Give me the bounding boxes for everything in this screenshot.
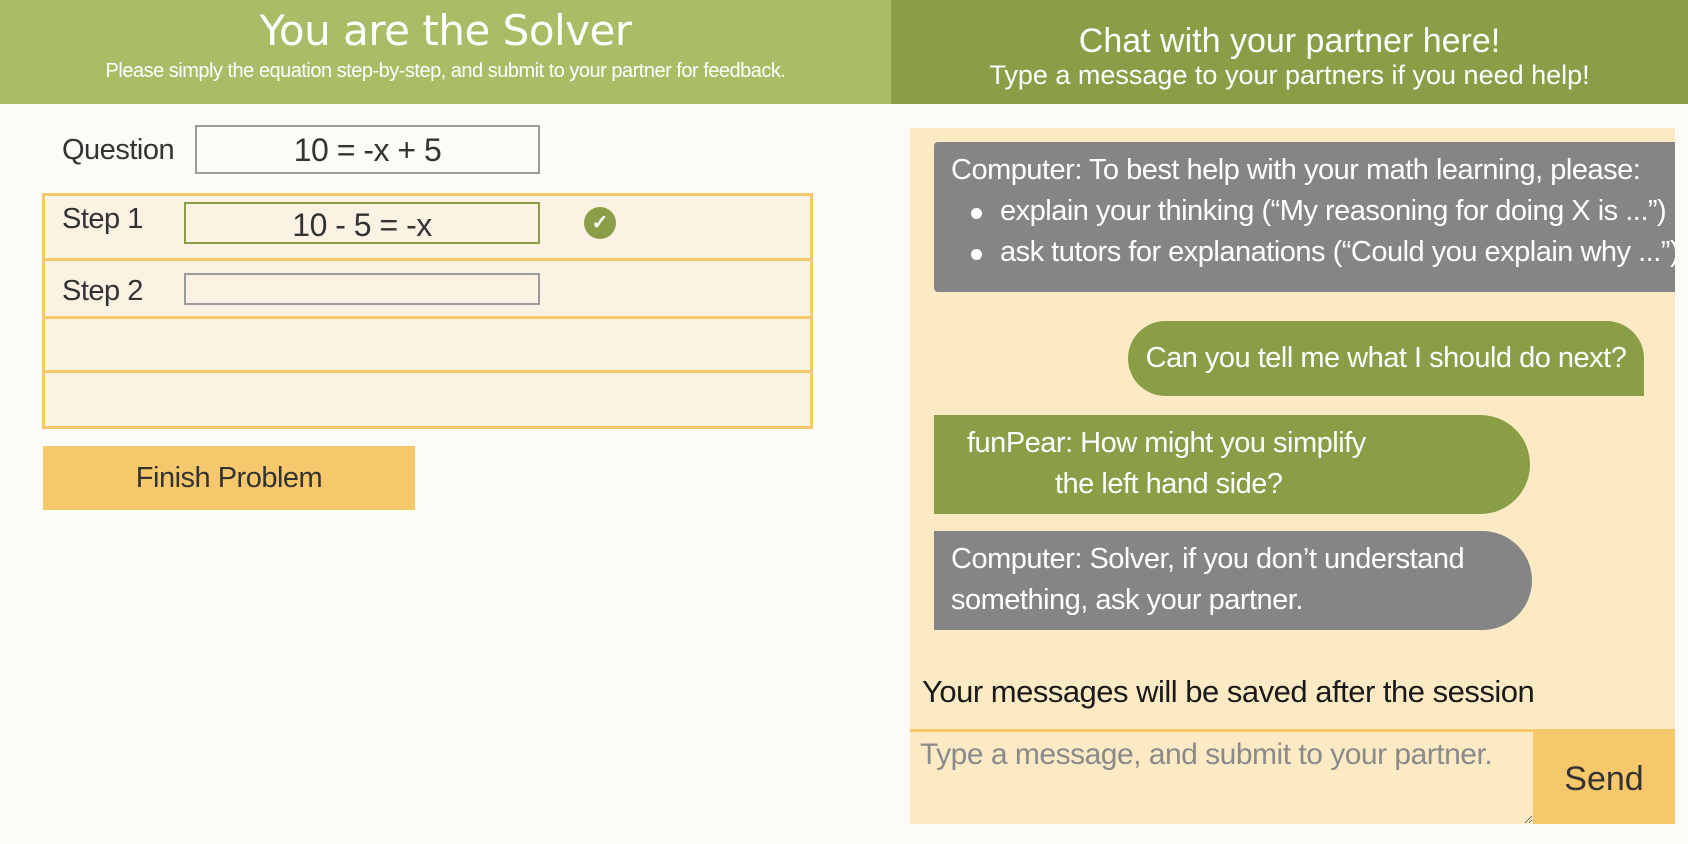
send-button[interactable]: Send — [1533, 729, 1675, 824]
step-2-label: Step 2 — [62, 275, 143, 307]
solver-title: You are the Solver — [259, 6, 632, 55]
computer-hint-line-2: something, ask your partner. — [951, 584, 1303, 616]
question-equation: 10 = -x + 5 — [195, 125, 540, 174]
step-1-label: Step 1 — [62, 203, 143, 235]
check-circle-icon: ✓ — [584, 207, 616, 239]
computer-message-intro: Computer: To best help with your math le… — [934, 142, 1675, 292]
partner-message: funPear: How might you simplify the left… — [934, 415, 1530, 514]
computer-intro-text: Computer: To best help with your math le… — [951, 154, 1641, 186]
step-row-3 — [45, 319, 810, 373]
step-2-input[interactable] — [184, 273, 540, 305]
tip-ask-tutors: ask tutors for explanations (“Could you … — [951, 232, 1675, 273]
chat-subtitle: Type a message to your partners if you n… — [989, 60, 1590, 90]
solver-instructions: Please simply the equation step-by-step,… — [105, 60, 786, 82]
message-input[interactable] — [910, 729, 1533, 824]
partner-message-line-2: the left hand side? — [1055, 468, 1283, 500]
computer-hint-line-1: Computer: Solver, if you don’t understan… — [951, 543, 1465, 575]
finish-problem-button[interactable]: Finish Problem — [43, 446, 415, 510]
tip-explain-thinking: explain your thinking (“My reasoning for… — [951, 191, 1675, 232]
save-notice: Your messages will be saved after the se… — [922, 674, 1535, 709]
partner-message-line-1: funPear: How might you simplify — [967, 427, 1366, 459]
question-label: Question — [62, 134, 175, 166]
chat-header: Chat with your partner here! Type a mess… — [891, 0, 1688, 104]
user-message: Can you tell me what I should do next? — [1128, 321, 1644, 396]
tips-list: explain your thinking (“My reasoning for… — [951, 191, 1675, 273]
solver-header: You are the Solver Please simply the equ… — [0, 0, 891, 104]
step-1-input[interactable]: 10 - 5 = -x — [184, 202, 540, 244]
computer-message-hint: Computer: Solver, if you don’t understan… — [934, 531, 1532, 630]
chat-title: Chat with your partner here! — [1078, 22, 1501, 60]
chat-panel: Computer: To best help with your math le… — [910, 128, 1675, 824]
